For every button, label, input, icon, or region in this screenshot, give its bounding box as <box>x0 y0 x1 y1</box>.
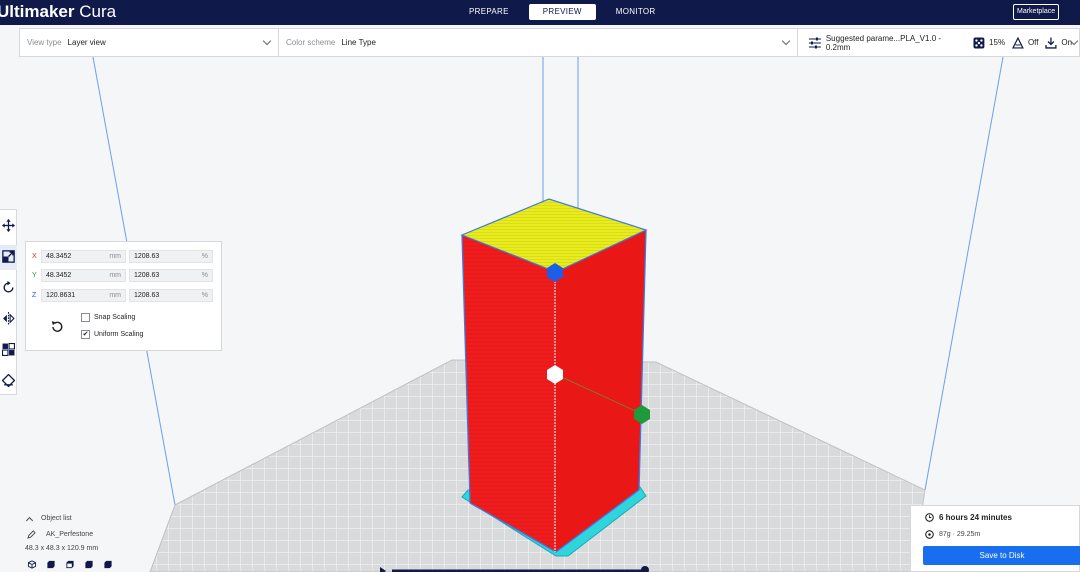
tab-monitor[interactable]: MONITOR <box>602 4 670 20</box>
infill-value: 15% <box>989 38 1006 47</box>
stage-tabs: PREPARE PREVIEW MONITOR <box>455 4 669 20</box>
uniform-scaling-checkbox[interactable]: ✔ Uniform Scaling <box>81 330 143 339</box>
scale-row-y: Y 48.3452 mm 1208.63% <box>32 269 213 282</box>
print-settings-button[interactable]: Suggested parame...PLA_V1.0 - 0.2mm 15% … <box>798 29 1079 56</box>
color-scheme-label: Color scheme <box>286 38 336 47</box>
tool-panel <box>0 209 17 395</box>
axis-y-label: Y <box>32 272 37 279</box>
adhesion-icon <box>1045 37 1057 49</box>
chevron-up-icon <box>25 516 34 524</box>
view-type-dropdown[interactable]: View type Layer view <box>20 29 279 56</box>
axis-z-label: Z <box>32 292 37 299</box>
profile-name: Suggested parame...PLA_V1.0 - 0.2mm <box>825 33 942 52</box>
right-view-icon[interactable] <box>103 560 113 569</box>
marketplace-button[interactable]: Marketplace <box>1013 4 1060 20</box>
scale-y-percent-input[interactable]: 1208.63% <box>129 269 213 282</box>
spool-icon <box>925 530 934 539</box>
scale-z-mm-input[interactable]: 120.8631 mm <box>41 289 126 302</box>
object-name: AK_Perfestone <box>46 531 94 538</box>
support-icon <box>1012 36 1024 49</box>
uniform-scaling-box: ✔ <box>81 330 90 339</box>
object-name-row: AK_Perfestone <box>25 529 113 540</box>
left-view-icon[interactable] <box>84 560 94 569</box>
app-logo: Ultimaker Cura <box>0 2 117 21</box>
front-view-icon[interactable] <box>46 560 56 569</box>
object-dimensions: 48.3 x 48.3 x 120.9 mm <box>25 545 99 552</box>
scale-x-percent-input[interactable]: 1208.63% <box>129 250 213 263</box>
object-list-header: Object list <box>41 515 72 522</box>
sliders-icon <box>808 37 821 48</box>
tab-prepare[interactable]: PREPARE <box>455 4 523 20</box>
scale-x-mm-input[interactable]: 48.3452 mm <box>41 250 126 263</box>
scale-panel: X 48.3452 mm 1208.63% Y 48.3452 mm 1208.63… <box>25 241 222 351</box>
object-list: Object list AK_Perfestone 48.3 x 48.3 x … <box>25 513 113 569</box>
scale-row-z: Z 120.8631 mm 1208.63% <box>32 289 213 302</box>
uniform-scaling-label: Uniform Scaling <box>94 331 144 338</box>
print-time-row[interactable]: 6 hours 24 minutes <box>925 513 1012 522</box>
3d-view-icon[interactable] <box>27 560 37 569</box>
color-scheme-dropdown[interactable]: Color scheme Line Type <box>279 29 798 56</box>
print-info-panel: 6 hours 24 minutes 87g · 29.25m Save to … <box>910 505 1080 572</box>
view-toolbar: View type Layer view Color scheme Line T… <box>19 28 1080 57</box>
model-left-wall <box>462 235 556 552</box>
chevron-down-icon <box>262 36 272 46</box>
object-list-toggle[interactable]: Object list <box>25 513 113 524</box>
tab-preview[interactable]: PREVIEW <box>528 4 596 20</box>
support-blocker-icon[interactable] <box>2 374 15 387</box>
scale-z-percent-input[interactable]: 1208.63% <box>129 289 213 302</box>
snap-scaling-checkbox[interactable]: Snap Scaling <box>81 313 135 322</box>
material-usage: 87g · 29.25m <box>939 531 981 538</box>
infill-icon <box>973 37 985 48</box>
pencil-icon[interactable] <box>27 530 36 539</box>
scale-y-mm-input[interactable]: 48.3452 mm <box>41 269 126 282</box>
move-icon[interactable] <box>2 219 15 232</box>
support-value: Off <box>1027 38 1039 47</box>
material-row: 87g · 29.25m <box>925 530 980 539</box>
per-model-settings-icon[interactable] <box>2 343 15 356</box>
reset-scale-icon[interactable] <box>50 320 64 334</box>
clock-icon <box>925 513 934 522</box>
view-type-label: View type <box>27 38 62 47</box>
snap-scaling-label: Snap Scaling <box>94 314 136 321</box>
mirror-icon[interactable] <box>2 312 15 325</box>
axis-x-label: X <box>32 253 37 260</box>
top-header: Ultimaker Cura PREPARE PREVIEW MONITOR M… <box>0 0 1080 25</box>
snap-scaling-box <box>81 313 90 322</box>
color-scheme-value: Line Type <box>341 38 376 47</box>
scale-row-x: X 48.3452 mm 1208.63% <box>32 250 213 263</box>
save-to-disk-button[interactable]: Save to Disk <box>923 546 1080 565</box>
chevron-down-icon <box>781 36 791 46</box>
view-type-value: Layer view <box>67 38 106 47</box>
camera-view-buttons <box>27 560 113 569</box>
rotate-icon[interactable] <box>2 281 15 294</box>
scale-icon[interactable] <box>2 250 15 263</box>
top-view-icon[interactable] <box>65 560 75 569</box>
print-time: 6 hours 24 minutes <box>939 513 1012 522</box>
